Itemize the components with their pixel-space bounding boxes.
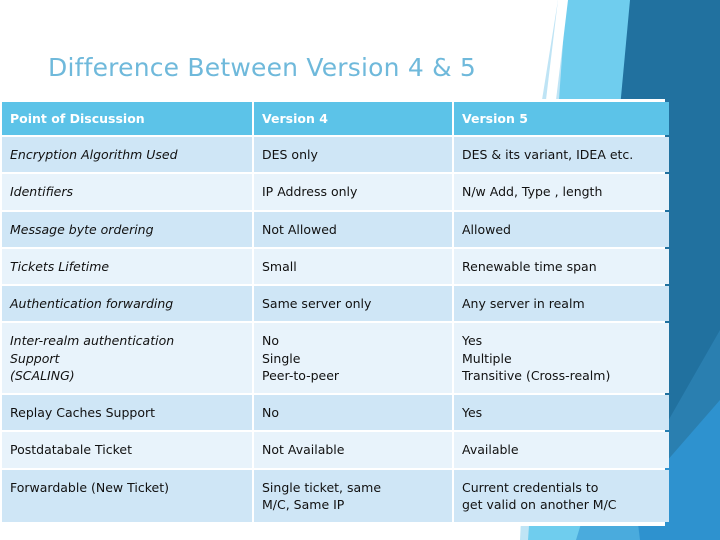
cell-version-4: Not Allowed <box>254 211 452 247</box>
column-header-version-5: Version 5 <box>454 102 669 135</box>
cell-version-5: DES & its variant, IDEA etc. <box>454 137 669 173</box>
table-row: Message byte ordering Not Allowed Allowed <box>2 211 669 247</box>
slide-canvas: Difference Between Version 4 & 5 Point o… <box>0 0 720 540</box>
table-row: Postdatabale Ticket Not Available Availabl… <box>2 432 669 468</box>
cell-version-5: N/w Add, Type , length <box>454 174 669 210</box>
table-row: Identifiers IP Address only N/w Add, Type … <box>2 174 669 210</box>
cell-version-4: Not Available <box>254 432 452 468</box>
table-row: Inter-realm authentication Support (SCAL… <box>2 323 669 393</box>
cell-version-4: No <box>254 395 452 431</box>
table-body: Encryption Algorithm Used DES only DES & i… <box>2 137 669 522</box>
cell-version-4: Single ticket, same M/C, Same IP <box>254 469 452 522</box>
cell-version-5: Allowed <box>454 211 669 247</box>
cell-version-4: Same server only <box>254 286 452 322</box>
cell-point-of-discussion: Authentication forwarding <box>2 286 252 322</box>
cell-version-5: Yes Multiple Transitive (Cross-realm) <box>454 323 669 393</box>
table-row: Authentication forwarding Same server onl… <box>2 286 669 322</box>
table-header-row: Point of Discussion Version 4 Version 5 <box>2 102 669 135</box>
column-header-version-4: Version 4 <box>254 102 452 135</box>
cell-version-5: Yes <box>454 395 669 431</box>
cell-point-of-discussion: Inter-realm authentication Support (SCAL… <box>2 323 252 393</box>
table-row: Tickets Lifetime Small Renewable time span <box>2 248 669 284</box>
page-title: Difference Between Version 4 & 5 <box>48 53 477 82</box>
cell-version-4: DES only <box>254 137 452 173</box>
cell-point-of-discussion: Encryption Algorithm Used <box>2 137 252 173</box>
cell-point-of-discussion: Forwardable (New Ticket) <box>2 469 252 522</box>
cell-version-4: IP Address only <box>254 174 452 210</box>
comparison-table-container: Point of Discussion Version 4 Version 5 … <box>0 99 669 526</box>
table-row: Replay Caches Support No Yes <box>2 395 669 431</box>
table-row: Forwardable (New Ticket) Single ticket, s… <box>2 469 669 522</box>
cell-point-of-discussion: Message byte ordering <box>2 211 252 247</box>
cell-version-4: Small <box>254 248 452 284</box>
column-header-point-of-discussion: Point of Discussion <box>2 102 252 135</box>
cell-point-of-discussion: Identifiers <box>2 174 252 210</box>
cell-point-of-discussion: Tickets Lifetime <box>2 248 252 284</box>
cell-point-of-discussion: Replay Caches Support <box>2 395 252 431</box>
cell-point-of-discussion: Postdatabale Ticket <box>2 432 252 468</box>
cell-version-5: Any server in realm <box>454 286 669 322</box>
table-row: Encryption Algorithm Used DES only DES & i… <box>2 137 669 173</box>
comparison-table: Point of Discussion Version 4 Version 5 … <box>0 100 671 524</box>
cell-version-5: Current credentials to get valid on anot… <box>454 469 669 522</box>
cell-version-4: No Single Peer-to-peer <box>254 323 452 393</box>
cell-version-5: Available <box>454 432 669 468</box>
cell-version-5: Renewable time span <box>454 248 669 284</box>
